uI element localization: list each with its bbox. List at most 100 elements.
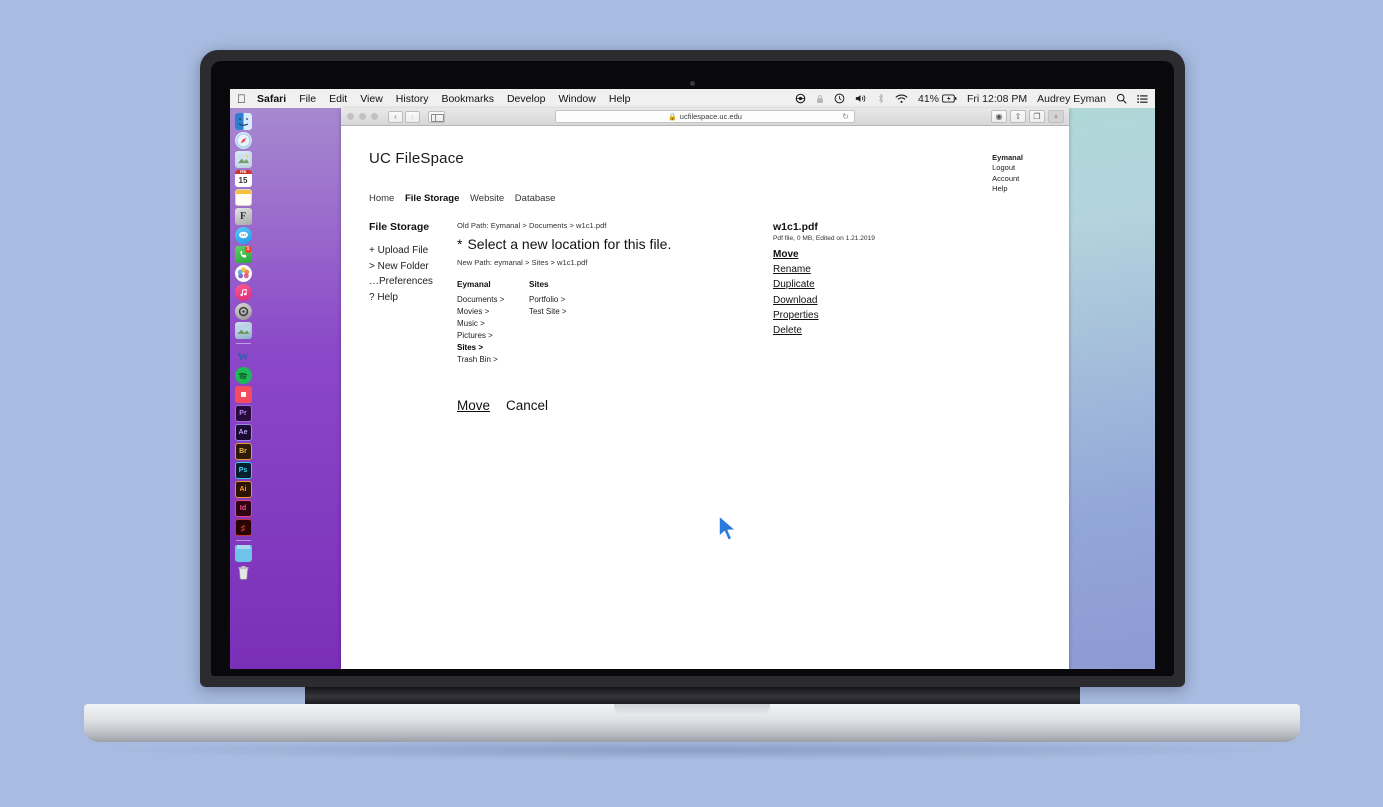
- move-confirm-button[interactable]: Move: [457, 398, 490, 413]
- dock: FEB 15 F 1 W Pr Ae Br Ps Ai Id ♯: [232, 113, 254, 581]
- window-controls[interactable]: [347, 113, 378, 120]
- prompt-text: Select a new location for this file.: [467, 236, 672, 252]
- file-op-properties[interactable]: Properties: [773, 308, 1041, 323]
- nav-item-database[interactable]: Database: [515, 193, 556, 204]
- battery-percent-label: 41%: [918, 92, 940, 105]
- dropbox-icon[interactable]: [795, 93, 806, 104]
- notification-center-icon[interactable]: [1137, 94, 1148, 104]
- user-name-label[interactable]: Audrey Eyman: [1037, 93, 1106, 105]
- nav-item-file-storage[interactable]: File Storage: [405, 193, 459, 204]
- wifi-icon[interactable]: [895, 94, 908, 104]
- reload-icon[interactable]: ↻: [842, 112, 849, 121]
- battery-status[interactable]: 41%: [918, 93, 957, 105]
- file-op-delete[interactable]: Delete: [773, 323, 1041, 338]
- nav-item-website[interactable]: Website: [470, 193, 504, 204]
- after-effects-icon[interactable]: Ae: [234, 424, 252, 441]
- folder-browser: Eymanal Documents > Movies > Music > Pic…: [457, 280, 747, 366]
- trash-icon[interactable]: [235, 564, 252, 581]
- sidebar-icon[interactable]: [428, 110, 445, 123]
- settings-icon[interactable]: ◉: [991, 110, 1007, 123]
- menu-item-safari[interactable]: Safari: [257, 93, 286, 105]
- facetime-icon[interactable]: 1: [234, 246, 252, 263]
- photos-icon[interactable]: [234, 265, 252, 282]
- menu-item-view[interactable]: View: [360, 93, 383, 105]
- new-tab-button[interactable]: +: [1048, 110, 1064, 123]
- acrobat-icon[interactable]: ♯: [234, 519, 252, 536]
- folder-item-music[interactable]: Music >: [457, 318, 529, 330]
- volume-icon[interactable]: [855, 93, 867, 104]
- bridge-icon[interactable]: Br: [234, 443, 252, 460]
- system-preferences-icon[interactable]: [234, 303, 252, 320]
- lock-icon[interactable]: [816, 94, 824, 104]
- share-icon[interactable]: ⇧: [1010, 110, 1026, 123]
- folder-item-documents[interactable]: Documents >: [457, 294, 529, 306]
- folder-item-test-site[interactable]: Test Site >: [529, 306, 601, 318]
- file-op-move[interactable]: Move: [773, 247, 1041, 262]
- folder-column-eymanal: Eymanal Documents > Movies > Music > Pic…: [457, 280, 529, 366]
- folder-item-sites[interactable]: Sites >: [457, 342, 529, 354]
- record-app-icon[interactable]: [234, 386, 252, 403]
- sidebar-item-upload-file[interactable]: + Upload File: [369, 243, 457, 259]
- font-book-icon[interactable]: F: [234, 208, 252, 225]
- account-link-account[interactable]: Account: [992, 174, 1023, 184]
- account-link-help[interactable]: Help: [992, 184, 1023, 194]
- menu-item-edit[interactable]: Edit: [329, 93, 347, 105]
- word-icon[interactable]: W: [235, 348, 252, 365]
- indesign-icon[interactable]: Id: [234, 500, 252, 517]
- minimize-button[interactable]: [359, 113, 366, 120]
- menu-item-help[interactable]: Help: [609, 93, 631, 105]
- folder-item-trash-bin[interactable]: Trash Bin >: [457, 354, 529, 366]
- maximize-button[interactable]: [371, 113, 378, 120]
- menu-item-develop[interactable]: Develop: [507, 93, 546, 105]
- file-op-duplicate[interactable]: Duplicate: [773, 277, 1041, 292]
- music-icon[interactable]: [234, 284, 252, 301]
- illustrator-icon[interactable]: Ai: [234, 481, 252, 498]
- calendar-icon[interactable]: FEB 15: [234, 170, 252, 187]
- safari-icon[interactable]: [234, 132, 252, 149]
- laptop-hinge: [305, 687, 1080, 704]
- photoshop-icon[interactable]: Ps: [234, 462, 252, 479]
- clock-icon[interactable]: [834, 93, 845, 104]
- notes-icon[interactable]: [234, 189, 252, 206]
- file-name-label: w1c1.pdf: [773, 221, 818, 233]
- menu-item-window[interactable]: Window: [559, 93, 596, 105]
- clock-datetime-label[interactable]: Fri 12:08 PM: [967, 93, 1027, 105]
- folder-column-sites: Sites Portfolio > Test Site >: [529, 280, 601, 366]
- safari-window: ‹ › 🔒 ucfilespace.uc.edu ↻ ◉ ⇧ ❐ + UC Fi…: [341, 108, 1069, 669]
- premiere-pro-icon[interactable]: Pr: [234, 405, 252, 422]
- menu-item-history[interactable]: History: [396, 93, 429, 105]
- apple-icon[interactable]: : [237, 93, 246, 105]
- messages-icon[interactable]: [234, 227, 252, 244]
- search-icon[interactable]: [1116, 93, 1127, 104]
- sidebar-item-preferences[interactable]: …Preferences: [369, 274, 457, 290]
- forward-icon[interactable]: ›: [405, 110, 420, 123]
- account-username: Eymanal: [992, 153, 1023, 162]
- file-op-rename[interactable]: Rename: [773, 262, 1041, 277]
- spotify-icon[interactable]: [234, 367, 252, 384]
- menu-item-file[interactable]: File: [299, 93, 316, 105]
- mouse-cursor: [717, 514, 743, 544]
- back-icon[interactable]: ‹: [388, 110, 403, 123]
- close-button[interactable]: [347, 113, 354, 120]
- account-link-logout[interactable]: Logout: [992, 163, 1023, 173]
- finder-icon[interactable]: [234, 113, 252, 130]
- old-path-label: Old Path: Eymanal > Documents > w1c1.pdf: [457, 221, 607, 230]
- url-bar[interactable]: 🔒 ucfilespace.uc.edu ↻: [555, 110, 855, 123]
- image-capture-icon[interactable]: [234, 322, 252, 339]
- menu-item-bookmarks[interactable]: Bookmarks: [441, 93, 494, 105]
- sidebar-item-new-folder[interactable]: > New Folder: [369, 259, 457, 275]
- preview-icon[interactable]: [234, 151, 252, 168]
- file-operations-list: Move Rename Duplicate Download Propertie…: [773, 247, 1041, 338]
- cancel-button[interactable]: Cancel: [506, 398, 548, 413]
- bluetooth-icon[interactable]: [877, 93, 885, 104]
- folder-item-pictures[interactable]: Pictures >: [457, 330, 529, 342]
- nav-item-home[interactable]: Home: [369, 193, 394, 204]
- tabs-icon[interactable]: ❐: [1029, 110, 1045, 123]
- file-op-download[interactable]: Download: [773, 293, 1041, 308]
- folder-item-portfolio[interactable]: Portfolio >: [529, 294, 601, 306]
- sidebar-item-help[interactable]: ? Help: [369, 290, 457, 306]
- folder-item-movies[interactable]: Movies >: [457, 306, 529, 318]
- folder-list: Documents > Movies > Music > Pictures > …: [457, 294, 529, 366]
- downloads-stack-icon[interactable]: [234, 545, 252, 562]
- mac-menu-bar:  Safari File Edit View History Bookmark…: [230, 89, 1155, 108]
